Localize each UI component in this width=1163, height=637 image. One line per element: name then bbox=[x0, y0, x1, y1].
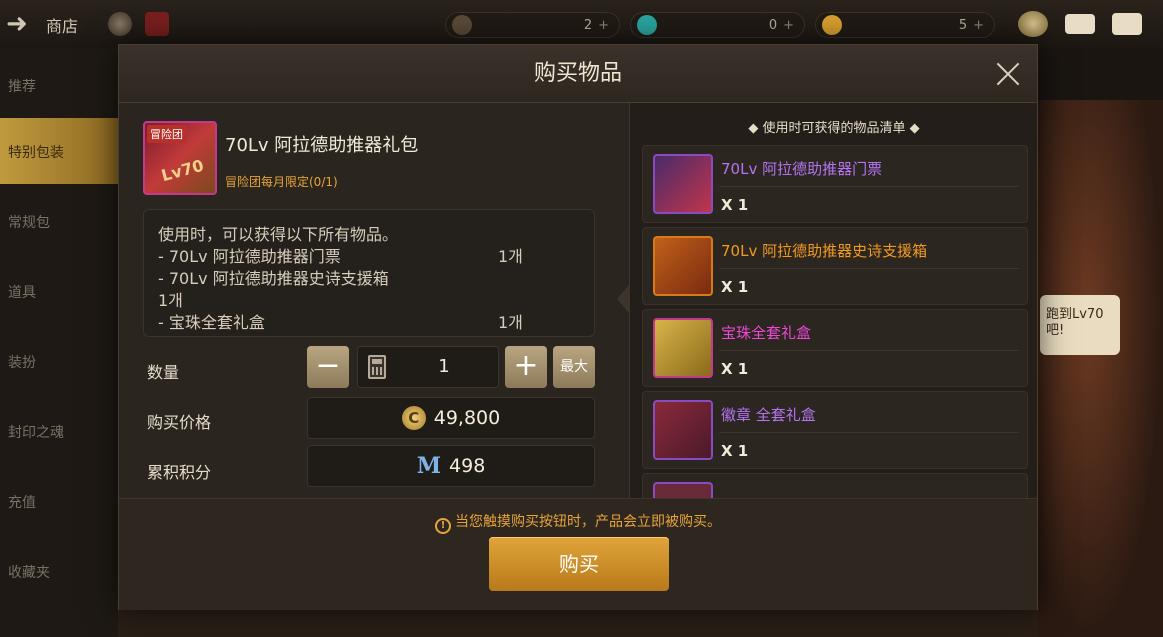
plus-icon[interactable]: + bbox=[973, 18, 984, 33]
epic-box-icon bbox=[653, 236, 713, 296]
currency-value: 2 bbox=[583, 17, 593, 33]
quantity-plus-button[interactable]: + bbox=[505, 346, 547, 388]
c-coin-icon bbox=[452, 15, 472, 35]
currency-box-gold[interactable]: 5 + bbox=[815, 12, 995, 38]
background-bottom-strip bbox=[118, 610, 1038, 637]
description-line: 1개 bbox=[158, 290, 580, 312]
modal-title: 购买物品 bbox=[533, 61, 622, 86]
currency-box-c[interactable]: 2 + bbox=[445, 12, 620, 38]
description-intro: 使用时，可以获得以下所有物品。 bbox=[158, 225, 399, 244]
package-icon: 冒险团 Lv70 bbox=[143, 121, 217, 195]
divider bbox=[719, 432, 1019, 433]
reward-item-name: 70Lv 阿拉德助推器门票 bbox=[721, 160, 883, 178]
crystal-icon bbox=[637, 15, 657, 35]
package-tag: 冒险团 bbox=[147, 125, 186, 143]
points-label: 累积积分 bbox=[147, 463, 212, 482]
currency-value: 5 bbox=[958, 17, 968, 33]
chat-icon[interactable] bbox=[1112, 13, 1142, 35]
reward-item-qty: X 1 bbox=[721, 360, 749, 378]
sidebar: 推荐 特别包装 常规包 道具 装扮 封印之魂 充值 收藏夹 bbox=[0, 48, 118, 637]
emblem-icon[interactable] bbox=[108, 12, 132, 36]
description-line: - 70Lv 阿拉德助推器史诗支援箱 bbox=[158, 268, 580, 290]
c-coin-icon: C bbox=[401, 406, 426, 430]
notice-text: 当您触摸购买按钮时，产品会立即被购买。 bbox=[455, 514, 721, 530]
points-box: M 498 bbox=[307, 445, 595, 487]
plus-icon[interactable]: + bbox=[783, 18, 794, 33]
reward-item-name: 徽章 全套礼盒 bbox=[721, 406, 816, 424]
calculator-icon[interactable] bbox=[368, 355, 386, 379]
reward-item[interactable]: 徽章 全套礼盒 X 1 bbox=[642, 391, 1028, 469]
reward-item[interactable]: 70Lv 阿拉德助推器史诗支援箱 X 1 bbox=[642, 227, 1028, 305]
description-line-text: - 70Lv 阿拉德助推器门票 bbox=[158, 247, 341, 266]
reward-item-name: 宝珠全套礼盒 bbox=[721, 324, 812, 342]
reward-thumb-icon bbox=[653, 482, 713, 498]
divider bbox=[719, 350, 1019, 351]
price-value: 49,800 bbox=[433, 407, 501, 429]
divider bbox=[719, 268, 1019, 269]
description-line: - 宝珠全套礼盒 1개 bbox=[158, 312, 580, 334]
sidebar-item-items[interactable]: 道具 bbox=[0, 258, 118, 324]
price-box: C 49,800 bbox=[307, 397, 595, 439]
buy-button[interactable]: 购买 bbox=[489, 537, 669, 591]
reward-item-qty: X 1 bbox=[721, 442, 749, 460]
description-line-count: 1개 bbox=[498, 313, 523, 332]
gold-coin-icon bbox=[822, 15, 842, 35]
background-badge: 跑到Lv70吧! bbox=[1040, 295, 1120, 355]
reward-item[interactable]: 70Lv 阿拉德助推器门票 X 1 bbox=[642, 145, 1028, 223]
warning-icon: ! bbox=[435, 518, 451, 534]
shop-title: 商店 bbox=[46, 17, 79, 36]
points-value: 498 bbox=[449, 455, 486, 477]
sidebar-item-recharge[interactable]: 充值 bbox=[0, 468, 118, 534]
reward-item-qty: X 1 bbox=[721, 196, 749, 214]
quantity-value: 1 bbox=[438, 356, 450, 377]
reward-item[interactable]: 宝珠全套礼盒 X 1 bbox=[642, 309, 1028, 387]
purchase-notice: ! 当您触摸购买按钮时，产品会立即被购买。 bbox=[119, 511, 1037, 534]
sidebar-item-recommend[interactable]: 推荐 bbox=[0, 52, 118, 118]
description-line: - 70Lv 阿拉德助推器门票 1개 bbox=[158, 246, 580, 268]
ticket-icon bbox=[653, 154, 713, 214]
reward-item[interactable] bbox=[642, 473, 1028, 498]
reward-item-name: 70Lv 阿拉德助推器史诗支援箱 bbox=[721, 242, 928, 260]
sidebar-item-regular[interactable]: 常规包 bbox=[0, 188, 118, 254]
item-name: 70Lv 阿拉德助推器礼包 bbox=[225, 135, 419, 156]
top-bar: ➜ 商店 2 + 0 + 5 + bbox=[0, 0, 1163, 48]
description-line-text: - 宝珠全套礼盒 bbox=[158, 313, 265, 332]
gift-box-icon bbox=[653, 318, 713, 378]
plus-icon[interactable]: + bbox=[598, 18, 609, 33]
description-line-count: 1개 bbox=[498, 247, 523, 266]
description-line-text: 1개 bbox=[158, 291, 183, 310]
reward-list-panel[interactable]: ◆ 使用时可获得的物品清单 ◆ 70Lv 阿拉德助推器门票 X 1 70Lv 阿… bbox=[629, 103, 1037, 498]
item-description[interactable]: 使用时，可以获得以下所有物品。 - 70Lv 阿拉德助推器门票 1개 - 70L… bbox=[143, 209, 595, 337]
mileage-icon: M bbox=[416, 453, 442, 479]
sidebar-item-special[interactable]: 特别包装 bbox=[0, 118, 118, 184]
sidebar-item-favorites[interactable]: 收藏夹 bbox=[0, 538, 118, 604]
quantity-input[interactable]: 1 bbox=[357, 346, 499, 388]
purchase-limit: 冒险团每月限定(0/1) bbox=[225, 175, 338, 189]
price-label: 购买价格 bbox=[147, 413, 212, 432]
package-level: Lv70 bbox=[159, 155, 206, 186]
currency-box-crystal[interactable]: 0 + bbox=[630, 12, 805, 38]
modal-footer: ! 当您触摸购买按钮时，产品会立即被购买。 购买 bbox=[119, 498, 1037, 610]
sidebar-item-outfit[interactable]: 装扮 bbox=[0, 328, 118, 394]
item-detail-panel: 冒险团 Lv70 70Lv 阿拉德助推器礼包 冒险团每月限定(0/1) 使用时，… bbox=[119, 103, 627, 498]
divider bbox=[719, 186, 1019, 187]
quantity-max-button[interactable]: 最大 bbox=[553, 346, 595, 388]
inventory-icon[interactable] bbox=[145, 12, 169, 36]
sidebar-item-soul[interactable]: 封印之魂 bbox=[0, 398, 118, 464]
emblem-box-icon bbox=[653, 400, 713, 460]
currency-value: 0 bbox=[768, 17, 778, 33]
reward-item-qty: X 1 bbox=[721, 278, 749, 296]
quantity-minus-button[interactable]: − bbox=[307, 346, 349, 388]
mail-icon[interactable] bbox=[1065, 14, 1095, 34]
modal-header: 购买物品 bbox=[119, 45, 1037, 103]
back-arrow-icon[interactable]: ➜ bbox=[6, 10, 36, 38]
quantity-label: 数量 bbox=[147, 363, 180, 382]
description-line-text: - 70Lv 阿拉德助推器史诗支援箱 bbox=[158, 269, 389, 288]
reward-list-header: ◆ 使用时可获得的物品清单 ◆ bbox=[748, 121, 920, 136]
purchase-modal: 购买物品 冒险团 Lv70 70Lv 阿拉德助推器礼包 冒险团每月限定(0/1)… bbox=[118, 44, 1038, 610]
gold-bag-icon[interactable] bbox=[1018, 11, 1048, 37]
close-icon[interactable] bbox=[993, 59, 1023, 89]
background-art bbox=[1038, 100, 1163, 637]
